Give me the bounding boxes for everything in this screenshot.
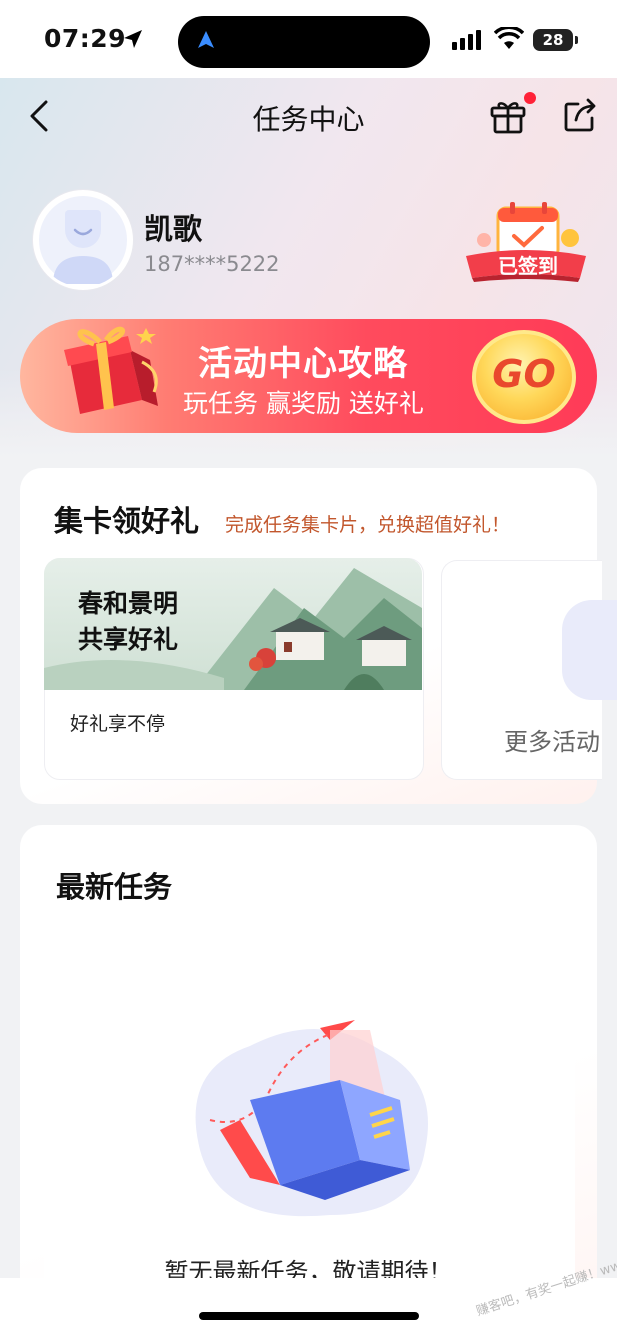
banner-subtitle: 玩任务 赢奖励 送好礼 bbox=[183, 389, 424, 418]
more-activities-label: 更多活动 bbox=[504, 728, 600, 756]
wifi-icon bbox=[494, 27, 524, 49]
phone-number: 187****5222 bbox=[144, 252, 280, 276]
status-time: 07:29 bbox=[44, 24, 127, 53]
banner-title: 活动中心攻略 bbox=[198, 344, 408, 384]
cellular-signal-icon bbox=[452, 30, 481, 50]
location-arrow-icon bbox=[124, 30, 142, 48]
share-icon[interactable] bbox=[560, 96, 600, 136]
battery-indicator: 28 bbox=[533, 29, 573, 51]
activity-title-line2: 共享好礼 bbox=[78, 625, 179, 654]
avatar-placeholder bbox=[39, 196, 127, 284]
gift-icon[interactable] bbox=[488, 96, 528, 136]
empty-box-illustration bbox=[195, 1020, 428, 1217]
activity-title-line1: 春和景明 bbox=[78, 589, 179, 618]
navigation-icon bbox=[198, 31, 214, 48]
section-subtitle-collect: 完成任务集卡片，兑换超值好礼！ bbox=[225, 514, 511, 536]
username: 凯歌 bbox=[144, 212, 203, 246]
section-title-latest: 最新任务 bbox=[56, 870, 173, 904]
more-activities-illustration bbox=[562, 600, 617, 700]
section-title-collect: 集卡领好礼 bbox=[54, 504, 200, 538]
home-indicator[interactable] bbox=[199, 1312, 419, 1320]
activity-description: 好礼享不停 bbox=[70, 713, 166, 735]
go-label: GO bbox=[492, 352, 556, 396]
notification-dot bbox=[524, 92, 536, 104]
default-avatar-icon bbox=[53, 210, 113, 284]
checkin-status: 已签到 bbox=[498, 254, 558, 278]
avatar[interactable] bbox=[33, 190, 133, 290]
battery-nub bbox=[575, 36, 578, 44]
gift-box-icon bbox=[64, 326, 158, 414]
